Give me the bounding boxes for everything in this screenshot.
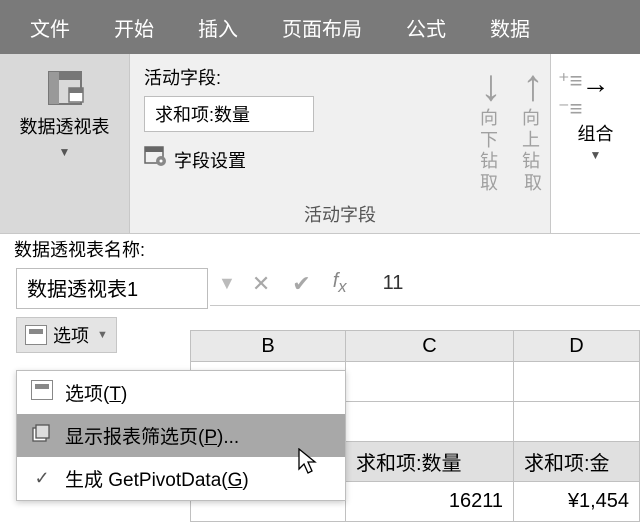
tab-formulas[interactable]: 公式 [384, 0, 468, 56]
drill-up-button[interactable]: ↑ 向上钻 取 [522, 64, 544, 194]
expand-collapse-group: ⁺≡ ⁻≡ [564, 70, 582, 120]
pivot-header-quantity[interactable]: 求和项:数量 [346, 442, 514, 482]
pivot-value-amount[interactable]: ¥1,454 [514, 482, 640, 522]
dropdown-caret-icon: ▼ [97, 329, 108, 341]
active-field-input[interactable]: 求和项:数量 [144, 96, 314, 132]
drill-down-button[interactable]: ↓ 向下钻取 [480, 64, 502, 194]
pivot-options-dropdown: 选项(T) 显示报表筛选页(P)... ✓ 生成 GetPivotData(G) [16, 370, 346, 501]
drill-group: ↓ 向下钻取 ↑ 向上钻 取 ⁺≡ ⁻≡ [480, 64, 582, 194]
drill-up-label1: 向上钻 [522, 108, 544, 173]
collapse-field-icon[interactable]: ⁻≡ [558, 98, 582, 120]
pivot-options-label: 选项 [53, 322, 89, 348]
dropdown-item-label: 选项(T) [65, 379, 127, 406]
active-field-group-caption: 活动字段 [130, 201, 550, 227]
tab-data[interactable]: 数据 [468, 0, 552, 56]
name-box-caret-icon[interactable]: ▼ [218, 273, 236, 294]
pivot-options-icon [25, 325, 47, 345]
pivot-name-input[interactable]: 数据透视表1 [16, 268, 208, 309]
column-header-c[interactable]: C [346, 330, 514, 362]
fx-icon[interactable]: fx [327, 270, 353, 297]
active-field-group: 活动字段: 求和项:数量 字段设置 ↓ 向下钻取 ↑ 向上钻 取 ⁺≡ ⁻≡ 活… [130, 54, 550, 233]
dropdown-item-show-report-filter-pages[interactable]: 显示报表筛选页(P)... [17, 414, 345, 457]
field-settings-icon [144, 146, 168, 173]
tab-page-layout[interactable]: 页面布局 [260, 0, 384, 56]
dropdown-caret-icon: ▼ [590, 148, 602, 162]
drill-down-label: 向下钻取 [480, 108, 502, 194]
drill-up-label2: 取 [524, 173, 542, 195]
cancel-icon[interactable]: ✕ [246, 271, 276, 297]
confirm-icon[interactable]: ✔ [286, 271, 316, 297]
tab-home[interactable]: 开始 [92, 0, 176, 56]
column-header-b[interactable]: B [190, 330, 346, 362]
tab-insert[interactable]: 插入 [176, 0, 260, 56]
grid-cell[interactable] [346, 362, 514, 402]
dropdown-item-label: 显示报表筛选页(P)... [65, 422, 239, 449]
pivot-name-label: 数据透视表名称: [10, 234, 214, 268]
dropdown-caret-icon: ▼ [59, 145, 71, 159]
grid-cell[interactable] [346, 402, 514, 442]
field-settings-label: 字段设置 [174, 147, 246, 173]
check-icon: ✓ [31, 468, 53, 489]
arrow-up-icon: ↑ [522, 64, 544, 108]
dropdown-item-options[interactable]: 选项(T) [17, 371, 345, 414]
pivot-table-button-label: 数据透视表 [20, 116, 110, 139]
pivot-table-icon [45, 68, 85, 108]
ribbon-tabs: 文件 开始 插入 页面布局 公式 数据 [0, 0, 640, 54]
arrow-down-icon: ↓ [480, 64, 502, 108]
pivot-options-button[interactable]: 选项 ▼ [16, 317, 117, 353]
options-icon [31, 380, 53, 405]
ribbon-body: 数据透视表 ▼ 活动字段: 求和项:数量 字段设置 ↓ 向下钻取 ↑ 向上钻 取… [0, 54, 640, 234]
pivot-name-panel: 数据透视表名称: 数据透视表1 选项 ▼ [10, 234, 214, 357]
column-header-d[interactable]: D [514, 330, 640, 362]
pivot-value-quantity[interactable]: 16211 [346, 482, 514, 522]
formula-bar-value[interactable]: 11 [383, 272, 404, 295]
pivot-header-amount[interactable]: 求和项:金 [514, 442, 640, 482]
pivot-table-button[interactable]: 数据透视表 ▼ [0, 54, 130, 233]
column-headers: B C D [190, 330, 640, 362]
arrow-right-icon[interactable]: → [582, 68, 610, 100]
formula-bar: ▼ ✕ ✔ fx 11 [210, 262, 640, 306]
grid-cell[interactable] [514, 402, 640, 442]
combine-label[interactable]: 组合 [578, 120, 614, 146]
dropdown-item-getpivotdata[interactable]: ✓ 生成 GetPivotData(G) [17, 457, 345, 500]
pages-icon [31, 423, 53, 448]
tab-file[interactable]: 文件 [8, 0, 92, 56]
expand-field-icon[interactable]: ⁺≡ [558, 70, 582, 92]
dropdown-item-label: 生成 GetPivotData(G) [65, 465, 249, 492]
grid-cell[interactable] [514, 362, 640, 402]
